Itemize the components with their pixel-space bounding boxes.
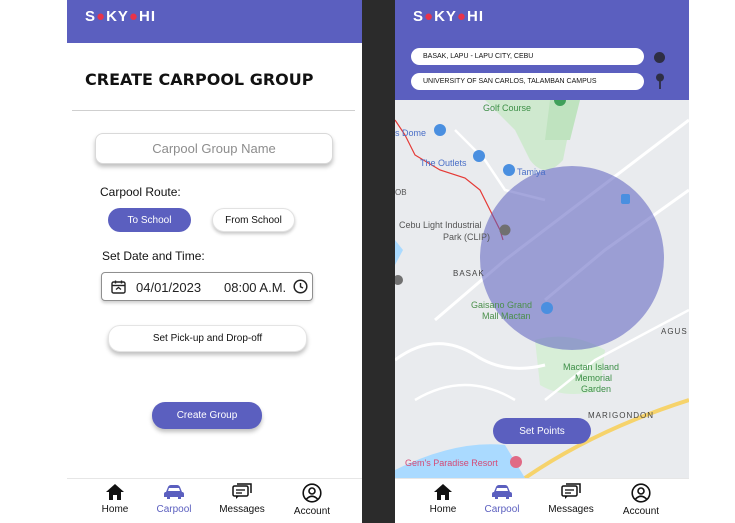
create-group-button[interactable]: Create Group [152, 402, 262, 429]
calendar-icon[interactable] [111, 280, 126, 294]
from-school-button[interactable]: From School [212, 208, 295, 232]
map-label-memorial-3: Garden [581, 384, 611, 394]
nav-messages[interactable]: Messages [212, 483, 272, 515]
brand-logo: S●KY●HI [413, 8, 484, 25]
logo-pin-icon: ● [96, 8, 107, 25]
messages-icon [232, 483, 252, 499]
create-group-screen: S●KY●HI CREATE CARPOOL GROUP Carpool Gro… [67, 0, 362, 523]
car-icon [492, 485, 512, 499]
nav-account[interactable]: Account [282, 483, 342, 517]
map-label-clip-2: Park (CLIP) [443, 232, 490, 242]
bottom-nav: Home Carpool Messages Account [395, 478, 689, 523]
map-label-memorial-2: Memorial [575, 373, 612, 383]
map-label-clip-1: Cebu Light Industrial [399, 220, 482, 230]
date-time-picker[interactable]: 04/01/2023 08:00 A.M. [101, 272, 313, 301]
map-label-ob: OB [395, 188, 407, 197]
home-icon [106, 484, 124, 500]
set-points-screen: S●KY●HI BASAK, LAPU - LAPU CITY, CEBU UN… [395, 0, 689, 523]
clock-icon[interactable] [293, 279, 308, 294]
set-pickup-dropoff-button[interactable]: Set Pick-up and Drop-off [108, 325, 307, 352]
map-label-agus: AGUS [661, 327, 688, 336]
screen-divider [362, 0, 395, 523]
group-name-input[interactable]: Carpool Group Name [95, 133, 333, 164]
bottom-nav: Home Carpool Messages Account [67, 478, 362, 523]
map-label-outlets: The Outlets [420, 158, 467, 168]
map-label-golf: Golf Course [483, 103, 531, 113]
logo-pin-icon: ● [424, 8, 435, 25]
map-label-gems: Gem's Paradise Resort [405, 458, 498, 468]
map-label-tamiya: Tamiya [517, 167, 546, 177]
messages-icon [561, 483, 581, 499]
time-value: 08:00 A.M. [224, 280, 287, 295]
account-icon [631, 483, 651, 503]
origin-input[interactable]: BASAK, LAPU - LAPU CITY, CEBU [411, 48, 644, 65]
nav-account[interactable]: Account [611, 483, 671, 517]
brand-logo: S●KY●HI [85, 8, 156, 25]
to-school-button[interactable]: To School [108, 208, 191, 232]
destination-pin-icon [656, 73, 664, 89]
set-points-button[interactable]: Set Points [493, 418, 591, 444]
logo-pin-icon: ● [128, 8, 139, 25]
home-icon [434, 484, 452, 500]
route-label: Carpool Route: [100, 185, 181, 199]
map-label-dome: s Dome [395, 128, 426, 138]
map-label-gaisano-2: Mall Mactan [482, 311, 531, 321]
date-value: 04/01/2023 [136, 280, 202, 295]
nav-carpool[interactable]: Carpool [144, 483, 204, 515]
nav-carpool[interactable]: Carpool [472, 483, 532, 515]
map-label-basak: BASAK [453, 269, 485, 278]
nav-home[interactable]: Home [85, 483, 145, 515]
account-icon [302, 483, 322, 503]
date-time-label: Set Date and Time: [102, 249, 205, 263]
nav-messages[interactable]: Messages [541, 483, 601, 515]
title-divider [72, 110, 355, 111]
destination-input[interactable]: UNIVERSITY OF SAN CARLOS, TALAMBAN CAMPU… [411, 73, 644, 90]
page-title: CREATE CARPOOL GROUP [85, 70, 314, 89]
top-bar: S●KY●HI [395, 0, 689, 43]
origin-dot-icon [654, 52, 665, 63]
map-label-gaisano-1: Gaisano Grand [471, 300, 532, 310]
map-view[interactable]: Golf Course s Dome The Outlets Tamiya OB… [395, 100, 689, 478]
car-icon [164, 485, 184, 499]
logo-pin-icon: ● [456, 8, 467, 25]
map-label-marigondon: MARIGONDON [588, 411, 654, 420]
top-bar: S●KY●HI [67, 0, 362, 43]
nav-home[interactable]: Home [413, 483, 473, 515]
map-label-memorial-1: Mactan Island [563, 362, 619, 372]
